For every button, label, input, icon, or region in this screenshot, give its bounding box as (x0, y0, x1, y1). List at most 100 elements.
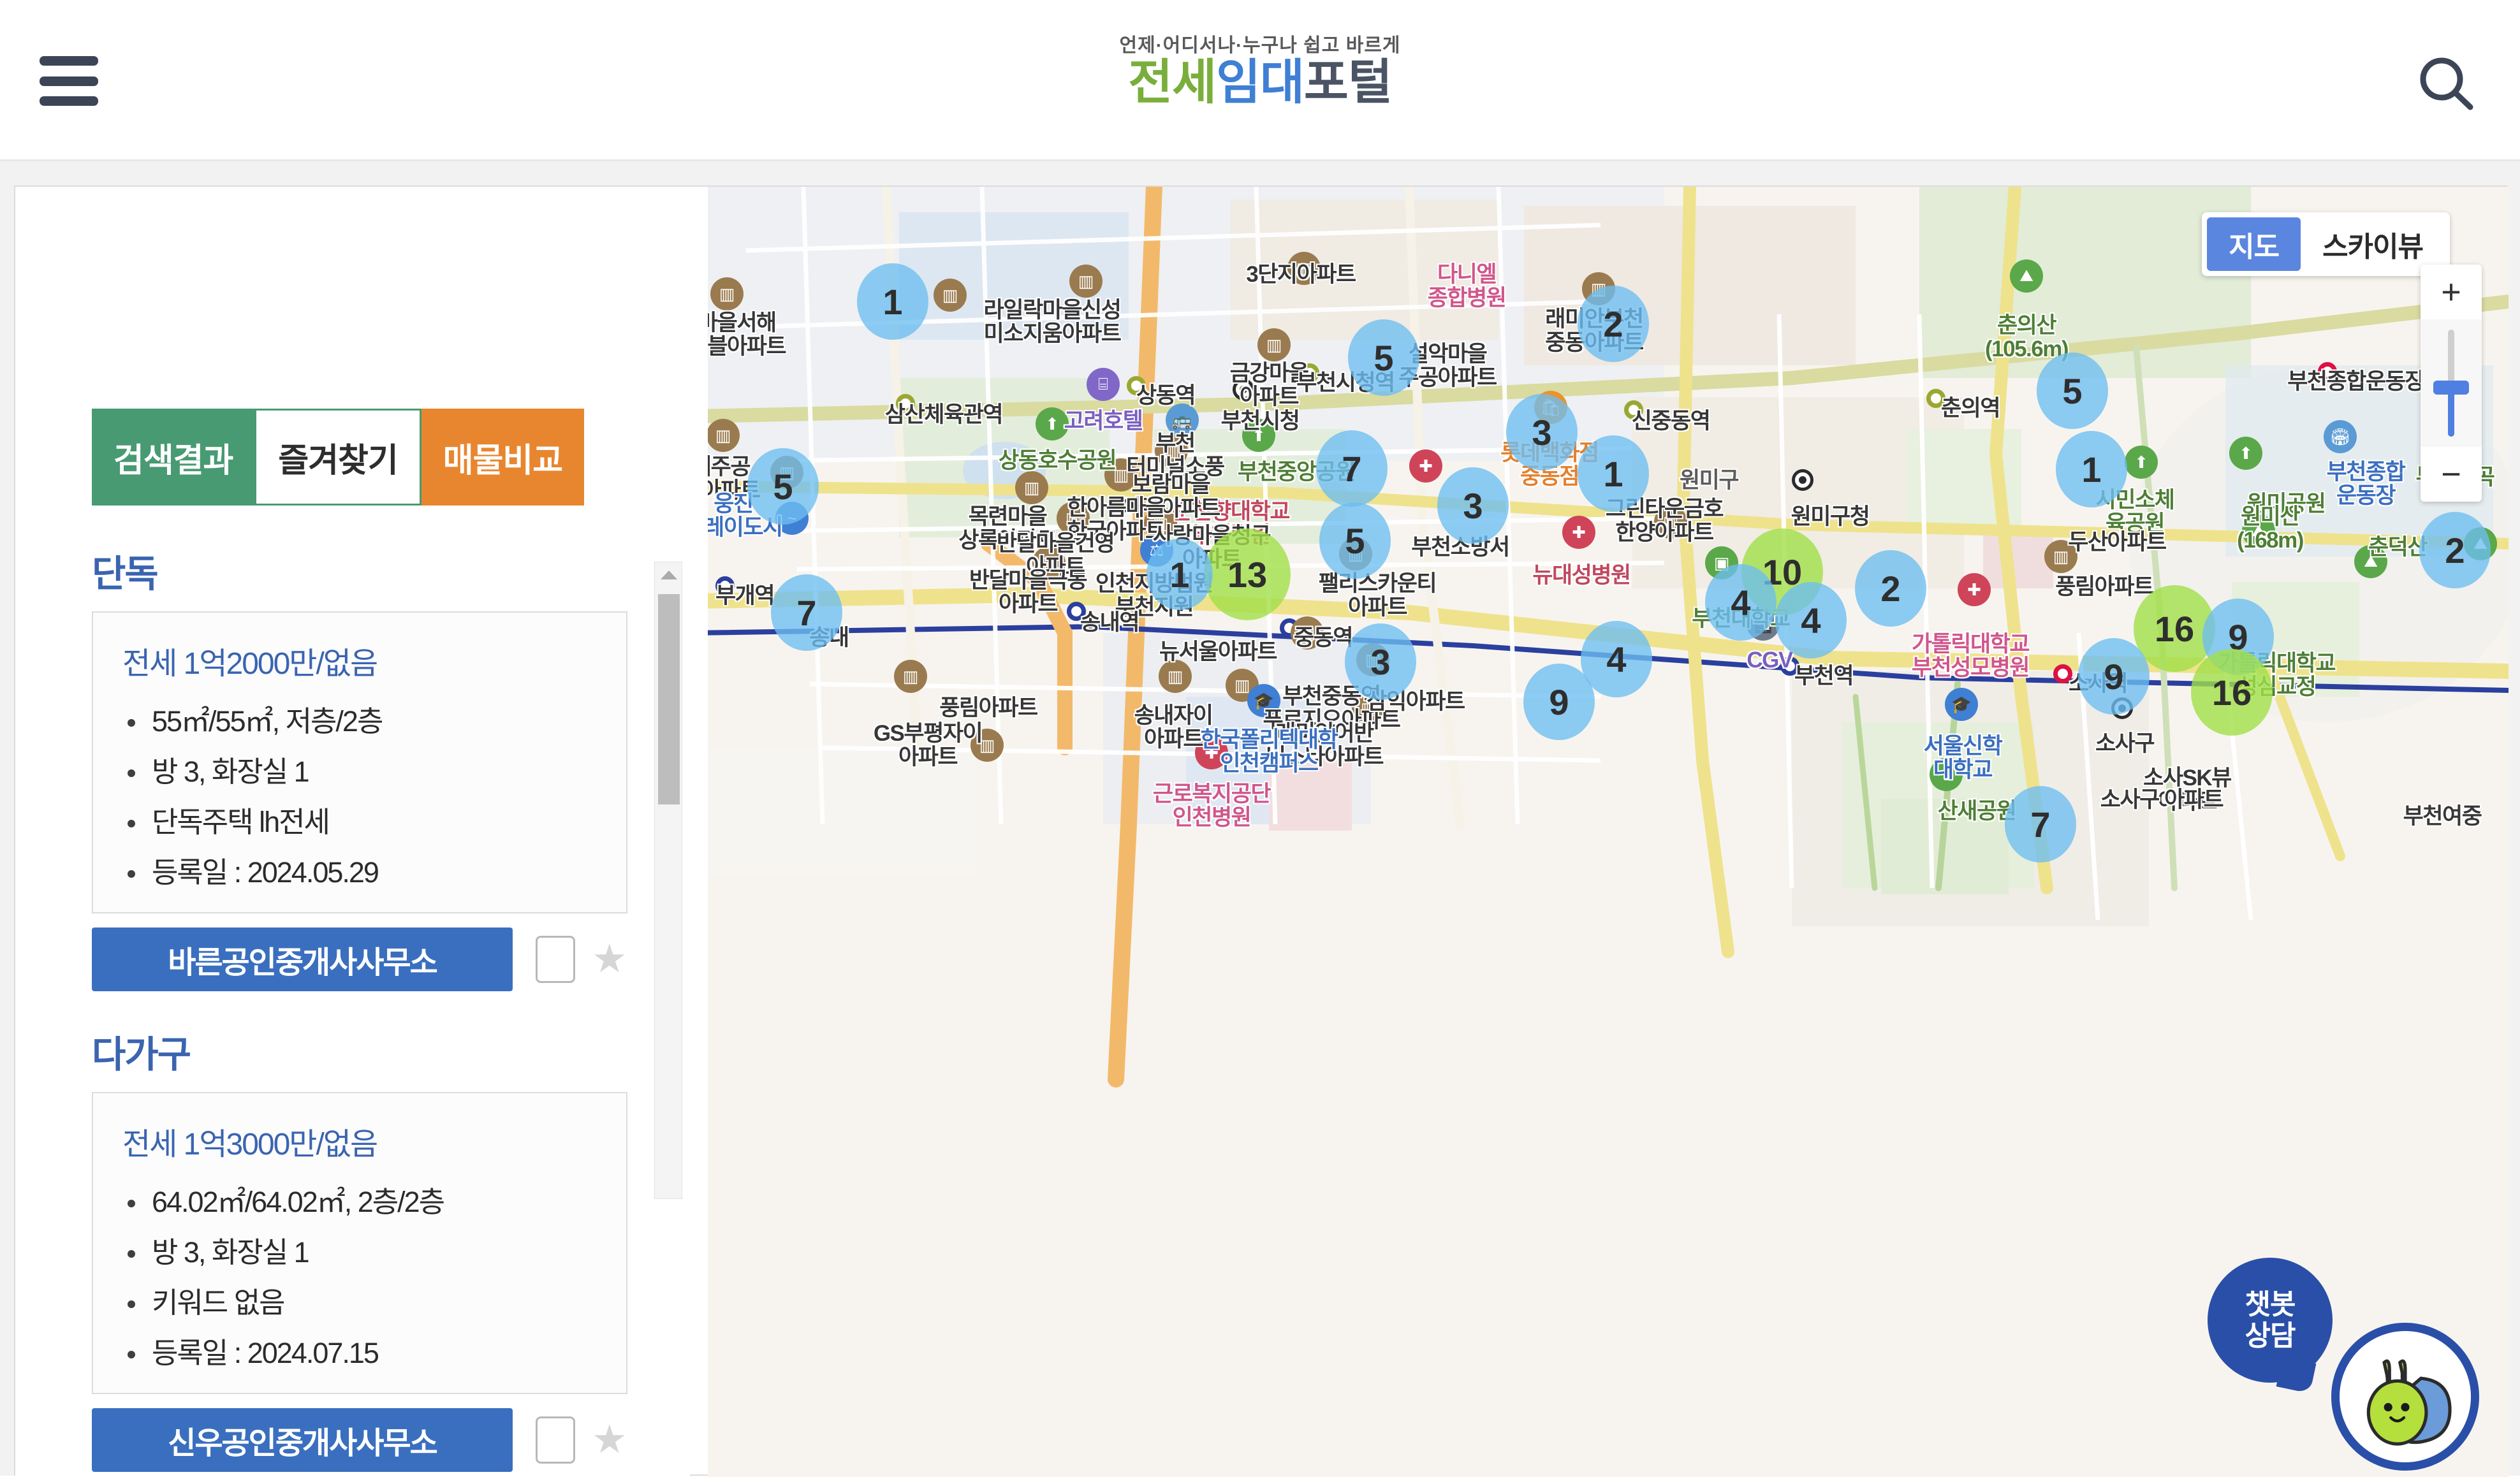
map-cluster-marker[interactable]: 16 (2191, 649, 2273, 736)
map-place-label: 춘의산 (105.6m) (1984, 313, 2069, 361)
university-icon[interactable]: 🎓 (1945, 688, 1978, 721)
map-cluster-marker[interactable]: 1 (2056, 431, 2127, 507)
listing-group-title: 다가구 (92, 1034, 191, 1075)
map-cluster-marker[interactable]: 3 (1437, 467, 1509, 544)
map-place-label: 라일락마을신성 미소지움아파트 (983, 298, 1122, 346)
map-place-label: 송내역 (1080, 610, 1140, 635)
hospital-icon[interactable]: ✚ (1409, 449, 1442, 483)
apartment-icon[interactable]: ▥ (710, 277, 744, 310)
road-trail (1852, 694, 1878, 891)
listing-card[interactable]: 전세 1억3000만/없음 64.02㎡/64.02㎡, 2층/2층 방 3, … (92, 1092, 627, 1394)
map-place-label: 풍림아파트 (2055, 574, 2154, 599)
government-office-marker[interactable] (1792, 469, 1813, 491)
map-cluster-marker[interactable]: 1 (857, 263, 928, 340)
hotel-icon[interactable]: ⌸ (1087, 368, 1120, 401)
map-cluster-marker[interactable]: 2 (2419, 512, 2491, 588)
tab-favorites[interactable]: 즐겨찾기 (254, 409, 421, 506)
mascot-character-icon (2366, 1359, 2452, 1446)
map-cluster-marker[interactable]: 9 (1523, 664, 1595, 740)
page-body: 검색결과 즐겨찾기 매물비교 단독 전세 1억2000만/없음 55㎡/55㎡,… (0, 161, 2520, 1477)
logo-wordmark: 전세임대포털 (0, 57, 2520, 108)
map-cluster-marker[interactable]: 5 (2037, 353, 2108, 429)
results-sidebar: 검색결과 즐겨찾기 매물비교 단독 전세 1억2000만/없음 55㎡/55㎡,… (15, 187, 690, 1477)
apartment-icon[interactable]: ▥ (1159, 660, 1192, 693)
apartment-icon[interactable]: ▥ (1257, 328, 1291, 361)
listing-price: 전세 1억2000만/없음 (122, 647, 378, 681)
map-place-label: 서울신학 대학교 (1923, 734, 2003, 782)
map-place-label: 산새공원 (1937, 799, 2017, 824)
map-place-label: 원미산 (168m) (2237, 504, 2304, 553)
listing-list: 단독 전세 1억2000만/없음 55㎡/55㎡, 저층/2층 방 3, 화장실… (92, 544, 627, 1477)
map-cluster-marker[interactable]: 4 (1705, 564, 1776, 641)
map-cluster-marker[interactable]: 1 (1578, 435, 1649, 512)
hospital-icon[interactable]: ✚ (1958, 573, 1991, 606)
scroll-up-arrow-icon[interactable] (655, 562, 683, 588)
map-cluster-marker[interactable]: 5 (1348, 319, 1419, 396)
map-place-label: 부천여중 (2403, 804, 2482, 829)
map-cluster-marker[interactable]: 5 (747, 448, 819, 525)
mountain-icon[interactable]: ⛰ (2010, 259, 2043, 293)
apartment-icon[interactable]: ▥ (1069, 265, 1102, 298)
apartment-icon[interactable]: ▥ (894, 660, 927, 693)
chatbot-avatar-button[interactable] (2331, 1323, 2479, 1471)
skyview-view-button[interactable]: 스카이뷰 (2301, 217, 2445, 271)
park-icon[interactable]: ⬆ (2125, 446, 2158, 479)
map-cluster-marker[interactable]: 1 (1146, 539, 1213, 610)
map-cluster-marker[interactable]: 7 (2005, 786, 2076, 862)
map-cluster-marker[interactable]: 3 (1506, 394, 1578, 470)
map-cluster-marker[interactable]: 3 (1345, 623, 1416, 700)
logo-text-imdae: 임대 (1216, 55, 1305, 110)
apartment-icon[interactable]: ▥ (934, 279, 967, 312)
compare-checkbox[interactable] (536, 1416, 575, 1464)
zoom-in-button[interactable]: + (2421, 265, 2482, 319)
tab-compare[interactable]: 매물비교 (421, 409, 585, 506)
map-cluster-marker[interactable]: 2 (1855, 550, 1926, 627)
map-place-label: 풍림아파트 (939, 695, 1038, 720)
favorite-star-icon[interactable]: ★ (592, 940, 627, 979)
site-logo[interactable]: 언제·어디서나·누구나 쉽고 바르게 전세임대포털 (0, 35, 2520, 108)
listing-details: 55㎡/55㎡, 저층/2층 방 3, 화장실 1 단독주택 lh전세 등록일 … (122, 707, 597, 887)
zoom-slider[interactable] (2421, 319, 2482, 447)
site-header: 언제·어디서나·누구나 쉽고 바르게 전세임대포털 (0, 0, 2520, 161)
tab-search-results[interactable]: 검색결과 (92, 409, 255, 506)
search-icon-svg (2420, 57, 2473, 110)
park-icon[interactable]: ⬆ (2229, 437, 2262, 470)
zoom-out-button[interactable]: − (2421, 447, 2482, 502)
map-place-label: 팰리스카운티 아파트 (1318, 571, 1437, 620)
map-place-label: 3단지아파트 (1246, 262, 1356, 287)
search-icon[interactable] (2412, 51, 2482, 115)
apartment-icon[interactable]: ▥ (1015, 471, 1048, 504)
map-cluster-marker[interactable]: 7 (1316, 430, 1388, 507)
stadium-icon[interactable]: 🏟 (2324, 420, 2357, 453)
logo-text-jeonse: 전세 (1128, 55, 1217, 110)
map-cluster-marker[interactable]: 9 (2078, 638, 2150, 715)
map-cluster-marker[interactable]: 4 (1775, 582, 1847, 658)
map-canvas[interactable]: ▥ ▥ ▥ ▥ ▥ ▥ ▥ ▥ ▥ ▥ ▥ ▥ ▥ ▥ ▥ ▥ ▥ ▥ ▥ ▥ … (708, 187, 2509, 1477)
map-cluster-marker[interactable]: 5 (1319, 502, 1391, 579)
map-cluster-marker[interactable]: 13 (1204, 528, 1291, 620)
map-view-button[interactable]: 지도 (2207, 217, 2301, 271)
map-place-label: 소사구 (2095, 731, 2155, 756)
chatbot-label-bubble[interactable]: 챗봇 상담 (2208, 1258, 2333, 1383)
map-place-label: CGV (1747, 648, 1793, 673)
scrollbar-thumb[interactable] (658, 594, 680, 804)
listing-detail-date: 등록일 : 2024.05.29 (122, 858, 597, 887)
map-place-label: 근로복지공단 인천병원 (1152, 782, 1271, 830)
map-place-label: 부천종합 운동장 (2326, 460, 2406, 508)
apartment-icon[interactable]: ▥ (708, 419, 740, 452)
favorite-star-icon[interactable]: ★ (592, 1420, 627, 1460)
map-cluster-marker[interactable]: 7 (771, 574, 842, 651)
map-place-label: 부개역 (715, 583, 775, 608)
listing-card[interactable]: 전세 1억2000만/없음 55㎡/55㎡, 저층/2층 방 3, 화장실 1 … (92, 611, 627, 913)
sidebar-scrollbar[interactable] (654, 562, 682, 1199)
hospital-icon[interactable]: ✚ (1562, 516, 1595, 549)
map-place-label: 뉴대성병원 (1532, 563, 1631, 588)
compare-checkbox[interactable] (536, 936, 575, 983)
broker-button[interactable]: 바른공인중개사사무소 (92, 928, 513, 991)
broker-button[interactable]: 신우공인중개사사무소 (92, 1408, 513, 1472)
zoom-slider-thumb[interactable] (2433, 381, 2469, 395)
sidebar-tabs: 검색결과 즐겨찾기 매물비교 (92, 409, 585, 506)
map-place-label: 두산아파트 (2068, 530, 2167, 555)
map-cluster-marker[interactable]: 2 (1578, 286, 1649, 362)
map-place-label: GS부평자이 아파트 (873, 721, 983, 769)
